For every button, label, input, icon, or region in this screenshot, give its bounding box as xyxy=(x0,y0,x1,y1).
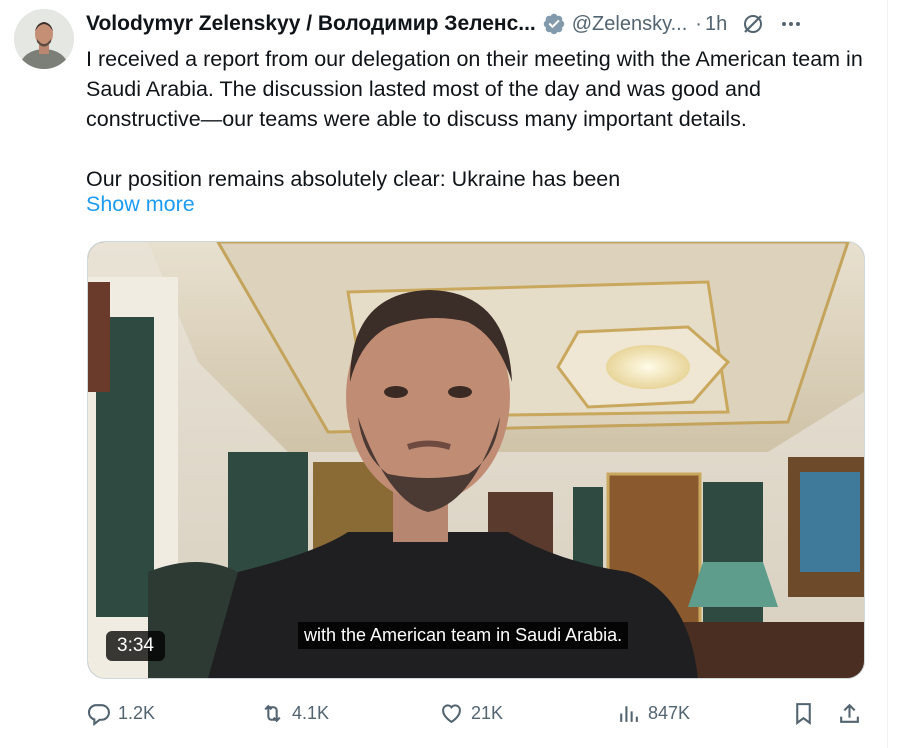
video-duration: 3:34 xyxy=(106,631,165,661)
timeline-border xyxy=(887,0,888,748)
bookmark-icon xyxy=(796,702,811,725)
reply-count: 1.2K xyxy=(118,702,156,723)
more-options-icon[interactable] xyxy=(779,12,803,36)
avatar-photo xyxy=(14,9,74,69)
tweet-paragraph-2: Our position remains absolutely clear: U… xyxy=(86,167,621,191)
separator-dot: · xyxy=(695,12,702,35)
author-handle[interactable]: @Zelensky... xyxy=(572,13,688,36)
views-button[interactable]: 847K xyxy=(616,697,690,729)
author-name[interactable]: Volodymyr Zelenskyy / Володимир Зеленс..… xyxy=(86,12,536,36)
views-count: 847K xyxy=(648,702,691,723)
like-count: 21K xyxy=(471,702,504,723)
like-button[interactable]: 21K xyxy=(439,697,503,729)
views-icon xyxy=(620,705,638,722)
show-more-link[interactable]: Show more xyxy=(86,192,195,217)
action-bar: 1.2K 4.1K 21K 847K xyxy=(86,697,871,729)
tweet-paragraph-1: I received a report from our delegation … xyxy=(86,47,863,131)
video-player[interactable]: 3:34 with the American team in Saudi Ara… xyxy=(87,241,865,679)
reply-button[interactable]: 1.2K xyxy=(86,697,155,729)
video-frame-image xyxy=(88,242,864,678)
repost-icon xyxy=(264,704,281,722)
avatar[interactable] xyxy=(14,9,74,69)
tweet-header: Volodymyr Zelenskyy / Володимир Зеленс..… xyxy=(86,10,876,38)
video-caption: with the American team in Saudi Arabia. xyxy=(298,622,629,649)
reply-icon xyxy=(87,703,110,726)
heart-icon xyxy=(442,703,461,723)
timestamp[interactable]: 1h xyxy=(705,13,727,36)
verified-badge-icon[interactable] xyxy=(542,12,566,36)
repost-button[interactable]: 4.1K xyxy=(260,697,329,729)
share-button[interactable] xyxy=(837,697,862,729)
tweet-text: I received a report from our delegation … xyxy=(86,44,871,194)
repost-count: 4.1K xyxy=(292,702,330,723)
share-icon xyxy=(840,703,859,723)
bookmark-button[interactable] xyxy=(791,697,816,729)
grok-icon[interactable] xyxy=(741,12,765,36)
